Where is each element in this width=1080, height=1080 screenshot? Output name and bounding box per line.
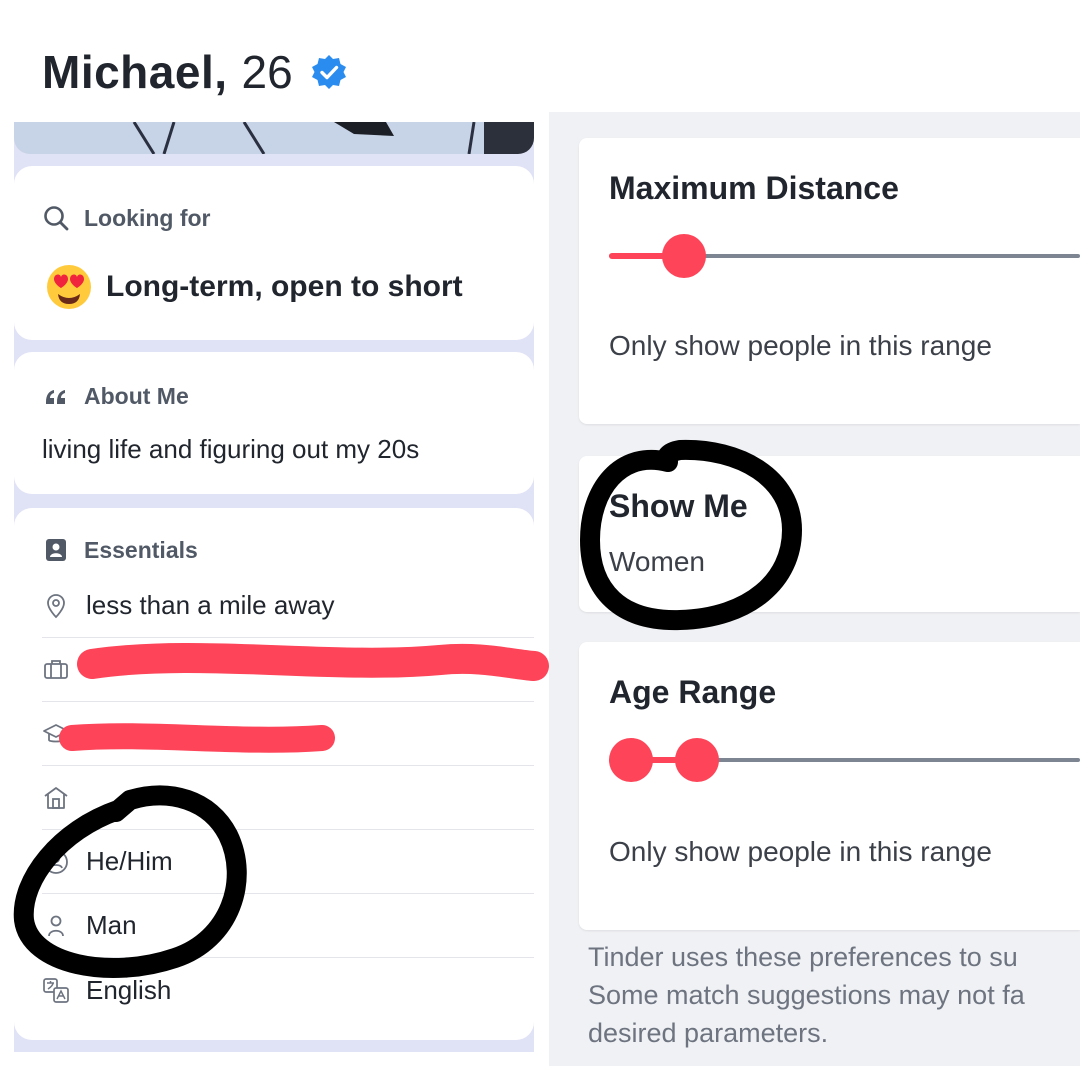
essential-gender-text: Man	[86, 910, 137, 940]
essential-row-hometown	[42, 766, 534, 830]
age-range-title: Age Range	[609, 674, 777, 710]
max-distance-title: Maximum Distance	[609, 170, 899, 206]
looking-for-card: Looking for Long-term, open to short	[14, 166, 534, 340]
max-distance-card: Maximum Distance Only show people in thi…	[579, 138, 1080, 424]
essential-language-text: English	[86, 974, 172, 1005]
looking-for-value-row: Long-term, open to short	[44, 262, 463, 312]
search-icon	[44, 206, 69, 231]
show-me-card[interactable]: Show Me Women	[579, 456, 1080, 612]
max-distance-slider[interactable]	[609, 234, 1080, 278]
about-me-header: About Me	[42, 382, 189, 410]
essential-distance-text: less than a mile away	[86, 590, 335, 620]
max-distance-handle[interactable]	[662, 234, 706, 278]
briefcase-icon	[44, 659, 68, 679]
profile-photo[interactable]	[14, 122, 534, 154]
location-pin-icon	[47, 593, 65, 618]
age-range-subtitle: Only show people in this range	[609, 836, 992, 867]
profile-age: 26	[241, 46, 293, 98]
graduation-cap-icon	[43, 723, 69, 742]
essential-row-pronouns: He/Him	[42, 830, 534, 894]
age-range-slider[interactable]	[609, 738, 1080, 782]
essential-row-language: English	[42, 958, 534, 1022]
essential-row-job	[42, 638, 534, 702]
essentials-card: Essentials less than a mile away He/Him …	[14, 508, 534, 1040]
preferences-footnote: Tinder uses these preferences to su Some…	[588, 938, 1080, 1058]
age-range-card: Age Range Only show people in this range	[579, 642, 1080, 930]
profile-name: Michael,	[42, 46, 228, 98]
pronouns-icon	[44, 849, 68, 874]
about-me-card: About Me living life and figuring out my…	[14, 352, 534, 494]
profile-header: Michael, 26	[42, 44, 347, 100]
footnote-line-3: desired parameters.	[588, 1018, 829, 1048]
person-icon	[48, 915, 64, 936]
about-me-text: living life and figuring out my 20s	[42, 434, 420, 464]
quote-icon	[46, 390, 65, 404]
verified-badge-icon	[311, 55, 346, 89]
essential-pronouns-text: He/Him	[86, 846, 173, 876]
essentials-header: Essentials	[42, 536, 198, 564]
house-icon	[44, 786, 68, 809]
show-me-value: Women	[609, 546, 705, 577]
age-range-min-handle[interactable]	[609, 738, 653, 782]
essential-row-gender: Man	[42, 894, 534, 958]
looking-for-header: Looking for	[42, 204, 210, 232]
about-me-title: About Me	[84, 382, 189, 409]
footnote-line-2: Some match suggestions may not fa	[588, 980, 1025, 1010]
footnote-line-1: Tinder uses these preferences to su	[588, 942, 1018, 972]
looking-for-title: Looking for	[84, 204, 211, 231]
essential-row-distance: less than a mile away	[42, 574, 534, 638]
heart-eyes-emoji	[47, 265, 91, 309]
essentials-title: Essentials	[84, 536, 198, 563]
show-me-title: Show Me	[609, 488, 748, 524]
age-range-max-handle[interactable]	[675, 738, 719, 782]
max-distance-subtitle: Only show people in this range	[609, 330, 992, 361]
id-card-icon	[46, 539, 66, 561]
looking-for-value: Long-term, open to short	[106, 270, 463, 303]
essential-row-school	[42, 702, 534, 766]
translate-icon	[43, 978, 69, 1003]
